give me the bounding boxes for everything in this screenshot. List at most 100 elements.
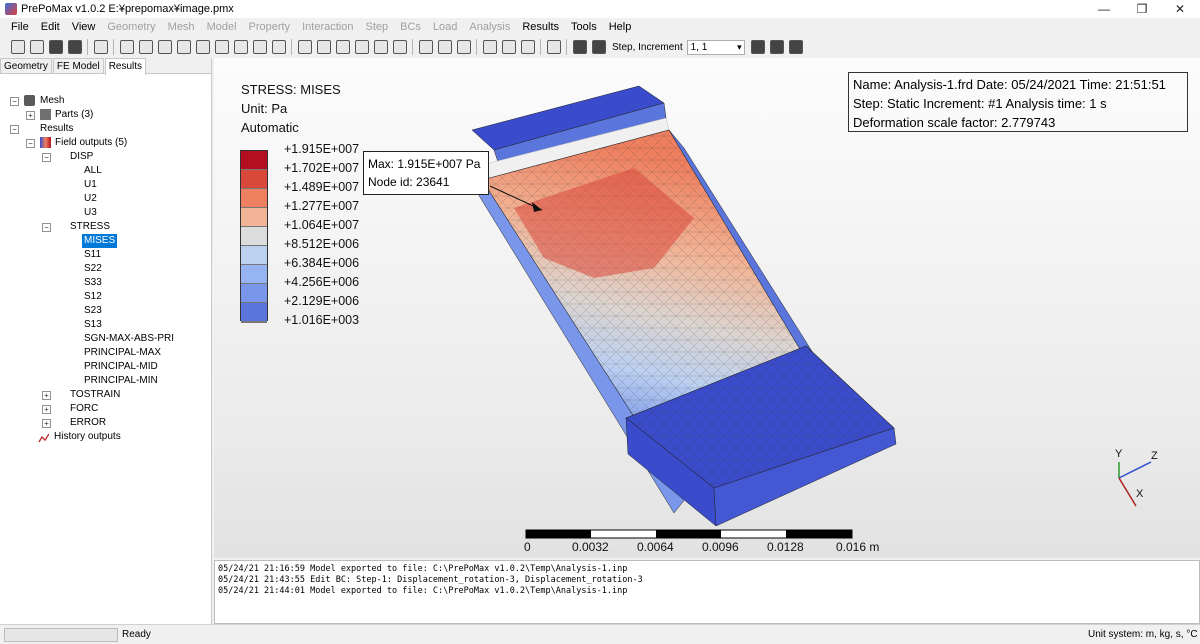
minimize-button[interactable]: — (1086, 0, 1122, 18)
tab-geometry[interactable]: Geometry (0, 58, 52, 73)
hide-icon[interactable] (437, 40, 452, 54)
menu-step[interactable]: Step (365, 21, 388, 33)
tree-stress-s12[interactable]: S12 (84, 290, 102, 304)
3d-viewport[interactable]: STRESS: MISES Unit: Pa Automatic +1.915E… (214, 58, 1200, 558)
tree-disp-all[interactable]: ALL (84, 164, 102, 178)
transform-icon[interactable] (392, 40, 407, 54)
show-model-edges-icon[interactable] (316, 40, 331, 54)
menu-edit[interactable]: Edit (41, 21, 60, 33)
menu-analysis[interactable]: Analysis (469, 21, 510, 33)
query-icon[interactable] (482, 40, 497, 54)
import-icon[interactable] (29, 40, 44, 54)
info-name-date-time: Name: Analysis-1.frd Date: 05/24/2021 Ti… (853, 77, 1166, 92)
fe-model-render[interactable] (214, 58, 1200, 558)
expand-icon[interactable]: + (42, 405, 51, 414)
tree-stress-principal-mid[interactable]: PRINCIPAL-MID (84, 360, 158, 374)
tree-stress-mises[interactable]: MISES (82, 234, 118, 248)
tree-mesh[interactable]: Mesh (40, 94, 64, 108)
previous-increment-icon[interactable] (591, 40, 606, 54)
scale-label-3: 0.0096 (702, 540, 739, 554)
tree-disp-u3[interactable]: U3 (84, 206, 97, 220)
step-increment-select[interactable]: 1, 1 (686, 39, 745, 55)
mesh-icon (24, 95, 35, 106)
expand-icon[interactable]: + (42, 419, 51, 428)
view-right-icon[interactable] (214, 40, 229, 54)
menu-property[interactable]: Property (249, 21, 291, 33)
open-icon[interactable] (48, 40, 63, 54)
collapse-icon[interactable]: − (10, 97, 19, 106)
status-bar: Ready Unit system: m, kg, s, °C (0, 624, 1200, 644)
tree-disp-u1[interactable]: U1 (84, 178, 97, 192)
next-increment-icon[interactable] (751, 40, 766, 54)
tree-tostrain[interactable]: TOSTRAIN (70, 388, 120, 402)
explode-icon[interactable] (373, 40, 388, 54)
show-icon[interactable] (418, 40, 433, 54)
menu-file[interactable]: File (11, 21, 29, 33)
tree-stress-s23[interactable]: S23 (84, 304, 102, 318)
tab-fe-model[interactable]: FE Model (52, 58, 104, 73)
tree-disp-u2[interactable]: U2 (84, 192, 97, 206)
menu-interaction[interactable]: Interaction (302, 21, 353, 33)
collapse-icon[interactable]: − (42, 153, 51, 162)
view-back-icon[interactable] (138, 40, 153, 54)
vertical-axis-icon[interactable] (252, 40, 267, 54)
menu-model[interactable]: Model (207, 21, 237, 33)
tree-stress-sgn-max-abs-pri[interactable]: SGN-MAX-ABS-PRI (84, 332, 174, 346)
expand-icon[interactable]: + (26, 111, 35, 120)
collapse-icon[interactable]: − (42, 223, 51, 232)
last-increment-icon[interactable] (770, 40, 785, 54)
tree-stress-principal-min[interactable]: PRINCIPAL-MIN (84, 374, 158, 388)
menu-bcs[interactable]: BCs (400, 21, 421, 33)
play-icon[interactable] (789, 40, 804, 54)
view-bottom-icon[interactable] (176, 40, 191, 54)
tree-error[interactable]: ERROR (70, 416, 106, 430)
show-no-edges-icon[interactable] (335, 40, 350, 54)
tree-parts[interactable]: Parts (3) (55, 108, 93, 122)
maximize-button[interactable]: ❐ (1124, 0, 1160, 18)
legend-swatch (241, 189, 267, 208)
menu-view[interactable]: View (72, 21, 96, 33)
isometric-icon[interactable] (271, 40, 286, 54)
tree-disp[interactable]: DISP (70, 150, 93, 164)
animate-icon[interactable] (546, 40, 561, 54)
close-button[interactable]: ✕ (1162, 0, 1198, 18)
legend-value: +8.512E+006 (284, 237, 360, 251)
table-icon[interactable] (501, 40, 516, 54)
new-icon[interactable] (10, 40, 25, 54)
tree-field-outputs[interactable]: Field outputs (5) (55, 136, 127, 150)
menu-mesh[interactable]: Mesh (168, 21, 195, 33)
section-view-icon[interactable] (354, 40, 369, 54)
view-front-icon[interactable] (119, 40, 134, 54)
menu-geometry[interactable]: Geometry (107, 21, 155, 33)
expand-icon[interactable]: + (42, 391, 51, 400)
tree-stress-s13[interactable]: S13 (84, 318, 102, 332)
show-only-icon[interactable] (456, 40, 471, 54)
tree-stress-principal-max[interactable]: PRINCIPAL-MAX (84, 346, 161, 360)
menu-load[interactable]: Load (433, 21, 457, 33)
view-normal-icon[interactable] (233, 40, 248, 54)
first-increment-icon[interactable] (572, 40, 587, 54)
legend-value: +1.277E+007 (284, 199, 360, 213)
tree-stress-s11[interactable]: S11 (84, 248, 101, 262)
tree-stress[interactable]: STRESS (70, 220, 110, 234)
save-icon[interactable] (67, 40, 82, 54)
view-left-icon[interactable] (195, 40, 210, 54)
tree-results[interactable]: Results (40, 122, 73, 136)
color-bar-icon[interactable] (520, 40, 535, 54)
zoom-icon[interactable] (93, 40, 108, 54)
tree-stress-s22[interactable]: S22 (84, 262, 102, 276)
tab-results[interactable]: Results (104, 58, 147, 75)
legend-value: +1.915E+007 (284, 142, 360, 156)
menu-help[interactable]: Help (609, 21, 632, 33)
tree-history-outputs[interactable]: History outputs (54, 430, 121, 444)
menu-results[interactable]: Results (522, 21, 559, 33)
output-console[interactable]: 05/24/21 21:16:59 Model exported to file… (214, 560, 1200, 624)
console-line: 05/24/21 21:43:55 Edit BC: Step-1: Displ… (218, 575, 643, 585)
tree-stress-s33[interactable]: S33 (84, 276, 102, 290)
menu-tools[interactable]: Tools (571, 21, 597, 33)
tree-forc[interactable]: FORC (70, 402, 98, 416)
collapse-icon[interactable]: − (26, 139, 35, 148)
view-top-icon[interactable] (157, 40, 172, 54)
collapse-icon[interactable]: − (10, 125, 19, 134)
show-element-edges-icon[interactable] (297, 40, 312, 54)
